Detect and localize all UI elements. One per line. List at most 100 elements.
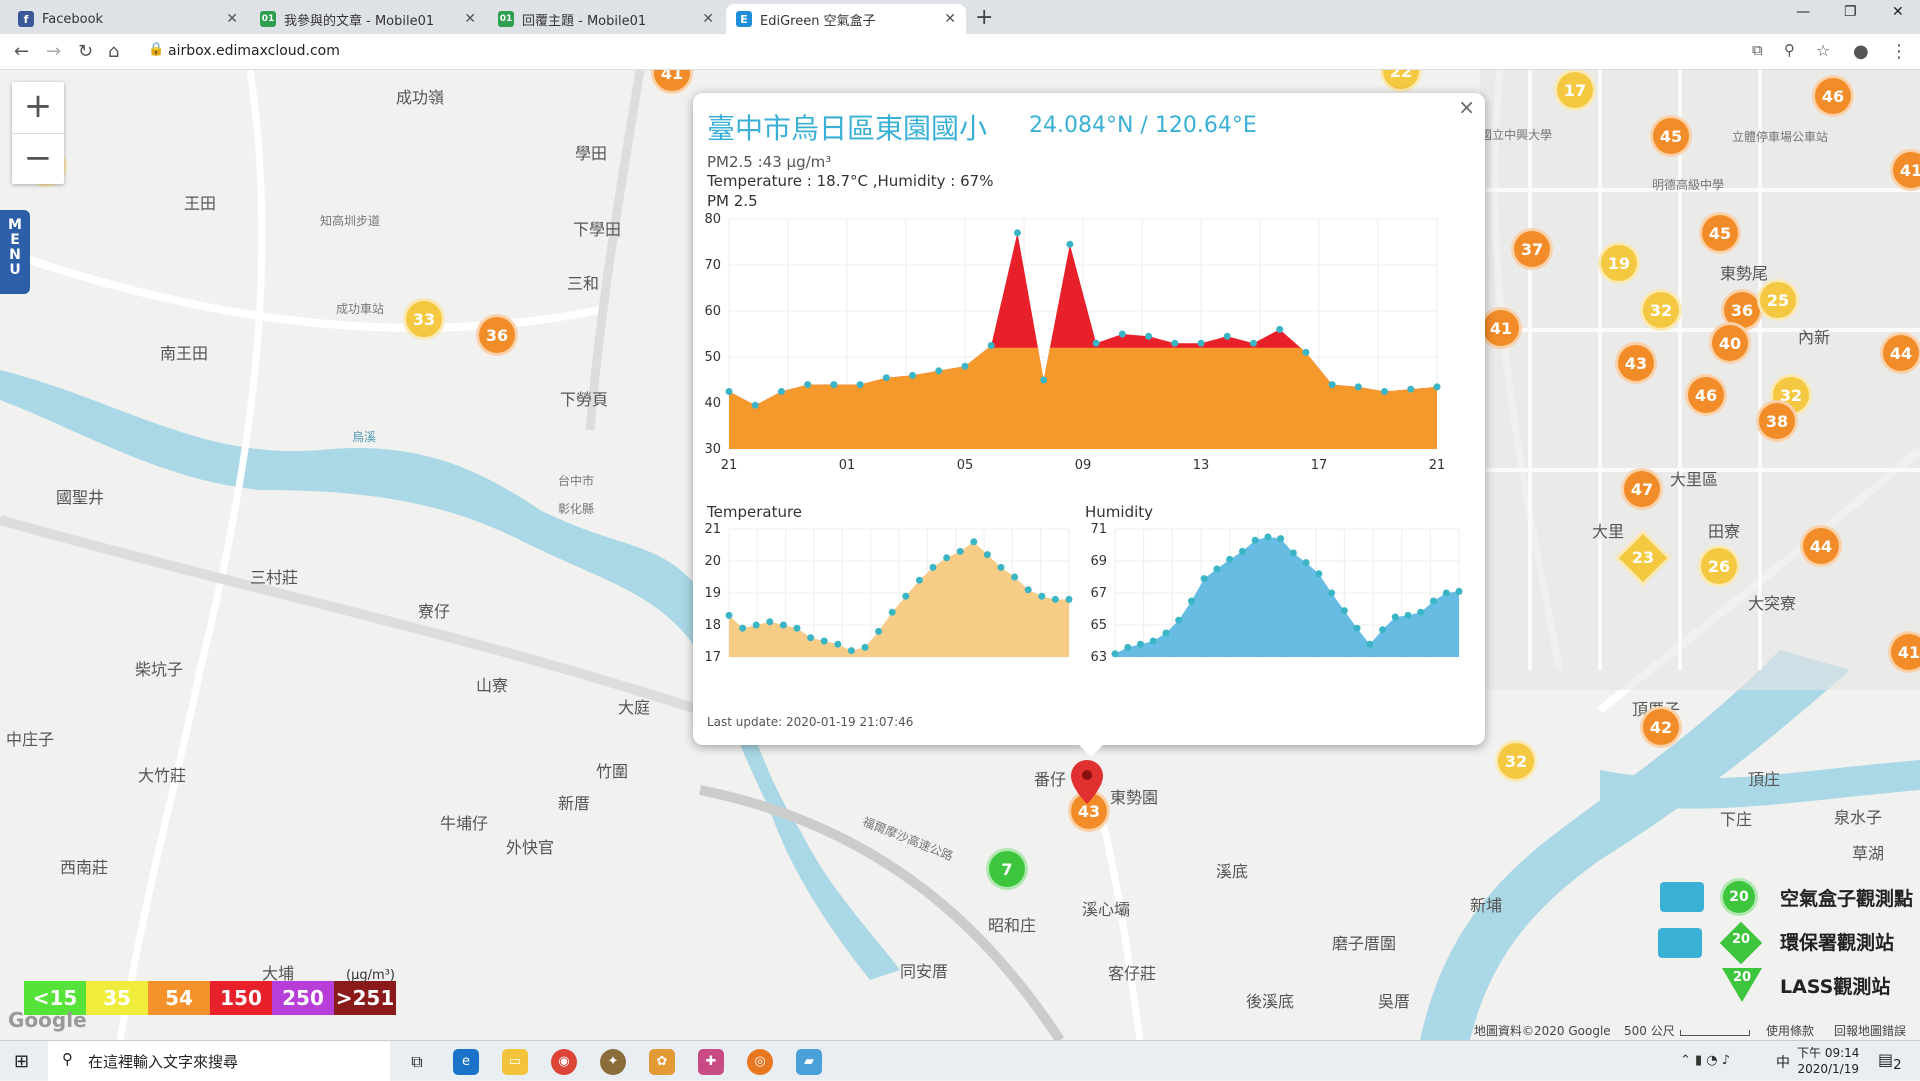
aq-marker[interactable]: 36 bbox=[476, 314, 518, 356]
terms-link[interactable]: 使用條款 bbox=[1766, 1022, 1814, 1039]
place-label: 同安厝 bbox=[900, 962, 949, 981]
place-label: 成功嶺 bbox=[396, 88, 445, 107]
aq-marker[interactable]: 44 bbox=[1800, 525, 1842, 567]
popup-close-button[interactable]: × bbox=[1458, 95, 1475, 119]
address-bar-row: ← → ↻ ⌂ 🔒 airbox.edimaxcloud.com ⧉ ⚲ ☆ ●… bbox=[0, 34, 1920, 70]
aq-marker[interactable]: 26 bbox=[1698, 545, 1740, 587]
system-tray-icons[interactable]: ⌃ ▮ ◔ ♪ bbox=[1680, 1053, 1730, 1068]
zoom-icon[interactable]: ⚲ bbox=[1784, 41, 1795, 59]
ime-indicator[interactable]: 中 bbox=[1776, 1052, 1790, 1072]
notification-icon[interactable]: ▤2 bbox=[1878, 1050, 1902, 1073]
app-icon[interactable]: ✦ bbox=[600, 1049, 626, 1075]
windows-taskbar: ⊞ ⚲ 在這裡輸入文字來搜尋 ⧉ e ▭ ◉ ✦ ✿ ✚ ◎ ▰ ⌃ ▮ ◔ ♪… bbox=[0, 1040, 1920, 1081]
close-window-button[interactable]: ✕ bbox=[1892, 4, 1904, 20]
close-icon[interactable]: ✕ bbox=[702, 11, 714, 27]
tab-mobile01-articles[interactable]: 01 我參與的文章 - Mobile01 ✕ bbox=[250, 4, 486, 34]
scale-bar-label: 500 公尺 bbox=[1624, 1024, 1675, 1038]
home-button[interactable]: ⌂ bbox=[108, 41, 119, 62]
aq-marker[interactable]: 37 bbox=[1511, 228, 1553, 270]
y-tick-label: 50 bbox=[704, 350, 721, 365]
forward-button[interactable]: → bbox=[46, 41, 61, 62]
zoom-in-button[interactable]: + bbox=[12, 82, 64, 133]
aq-marker[interactable]: 46 bbox=[1685, 374, 1727, 416]
back-button[interactable]: ← bbox=[14, 41, 29, 62]
taskbar-search-box[interactable]: ⚲ 在這裡輸入文字來搜尋 bbox=[48, 1041, 390, 1081]
place-label: 番仔 bbox=[1034, 770, 1067, 789]
minimize-button[interactable]: — bbox=[1796, 4, 1810, 20]
more-menu-icon[interactable]: ⋮ bbox=[1890, 41, 1908, 62]
taskbar-clock[interactable]: 下午 09:14 2020/1/19 bbox=[1797, 1045, 1859, 1077]
aq-marker[interactable]: 19 bbox=[1598, 242, 1640, 284]
close-icon[interactable]: ✕ bbox=[944, 11, 956, 27]
app-icon[interactable]: ▰ bbox=[796, 1049, 822, 1075]
report-map-error-link[interactable]: 回報地圖錯誤 bbox=[1834, 1022, 1906, 1039]
aq-marker[interactable]: 40 bbox=[1709, 322, 1751, 364]
zoom-out-button[interactable]: − bbox=[12, 133, 64, 184]
chrome-icon[interactable]: ◉ bbox=[551, 1049, 577, 1075]
aq-marker[interactable]: 44 bbox=[1880, 332, 1920, 374]
windows-start-icon[interactable]: ⊞ bbox=[14, 1051, 29, 1072]
place-label: 東勢尾 bbox=[1720, 264, 1769, 283]
url-field[interactable]: 🔒 airbox.edimaxcloud.com bbox=[140, 38, 1750, 66]
aq-marker[interactable]: 43 bbox=[1615, 342, 1657, 384]
task-view-icon[interactable]: ⧉ bbox=[404, 1049, 430, 1075]
data-point bbox=[739, 624, 747, 632]
aq-marker[interactable]: 38 bbox=[1756, 400, 1798, 442]
legend-label: 空氣盒子觀測點 bbox=[1780, 888, 1914, 910]
y-tick-label: 19 bbox=[704, 586, 721, 601]
aq-marker[interactable]: 7 bbox=[986, 848, 1028, 890]
aq-marker[interactable]: 32 bbox=[1640, 289, 1682, 331]
zoom-control: + − bbox=[12, 82, 64, 184]
edge-icon[interactable]: e bbox=[453, 1049, 479, 1075]
place-label: 明德高級中學 bbox=[1652, 178, 1725, 192]
tab-label: EdiGreen 空氣盒子 bbox=[760, 13, 876, 29]
data-point bbox=[1145, 332, 1153, 340]
aq-marker[interactable]: 33 bbox=[403, 298, 445, 340]
temperature-chart-title: Temperature bbox=[707, 503, 803, 521]
app-icon[interactable]: ✚ bbox=[698, 1049, 724, 1075]
tab-facebook[interactable]: f Facebook ✕ bbox=[8, 4, 248, 34]
menu-tab-button[interactable]: MENU bbox=[0, 210, 30, 294]
facebook-icon: f bbox=[18, 11, 34, 27]
place-label: 溪心壩 bbox=[1082, 900, 1131, 919]
aq-marker[interactable]: 47 bbox=[1621, 468, 1663, 510]
tab-edigreen[interactable]: E EdiGreen 空氣盒子 ✕ bbox=[726, 4, 966, 34]
data-point bbox=[777, 388, 785, 395]
y-tick-label: 21 bbox=[704, 522, 721, 537]
aq-marker[interactable]: 45 bbox=[1699, 212, 1741, 254]
profile-icon[interactable]: ● bbox=[1853, 41, 1869, 62]
aq-marker[interactable]: 46 bbox=[1812, 75, 1854, 117]
tab-mobile01-reply[interactable]: 01 回覆主題 - Mobile01 ✕ bbox=[488, 4, 724, 34]
close-icon[interactable]: ✕ bbox=[464, 11, 476, 27]
app-icon[interactable]: ✿ bbox=[649, 1049, 675, 1075]
aq-marker[interactable]: 32 bbox=[1495, 740, 1537, 782]
data-point bbox=[1391, 613, 1399, 621]
bookmark-star-icon[interactable]: ☆ bbox=[1816, 41, 1830, 60]
new-tab-button[interactable]: + bbox=[975, 5, 993, 30]
data-point bbox=[1149, 637, 1157, 645]
data-point bbox=[1302, 348, 1310, 356]
data-point bbox=[725, 388, 733, 395]
translate-icon[interactable]: ⧉ bbox=[1752, 41, 1763, 59]
y-tick-label: 40 bbox=[704, 396, 721, 411]
aq-marker[interactable]: 17 bbox=[1554, 70, 1596, 111]
place-label: 客仔莊 bbox=[1108, 964, 1157, 983]
close-icon[interactable]: ✕ bbox=[226, 11, 238, 27]
aq-marker[interactable]: 42 bbox=[1640, 706, 1682, 748]
humidity-chart: 63 65 67 69 71 bbox=[1090, 522, 1463, 665]
lock-icon: 🔒 bbox=[148, 42, 165, 57]
place-label: 國聖井 bbox=[56, 488, 105, 507]
y-tick-label: 70 bbox=[704, 258, 721, 273]
selected-location-pin[interactable] bbox=[1071, 760, 1103, 808]
reload-button[interactable]: ↻ bbox=[78, 41, 93, 62]
scale-swatch: 150 bbox=[210, 981, 272, 1015]
aq-marker[interactable]: 41 bbox=[1480, 307, 1522, 349]
data-point bbox=[1340, 607, 1348, 615]
restore-button[interactable]: ❐ bbox=[1844, 4, 1857, 20]
blender-icon[interactable]: ◎ bbox=[747, 1049, 773, 1075]
y-tick-label: 30 bbox=[704, 442, 721, 457]
file-explorer-icon[interactable]: ▭ bbox=[502, 1049, 528, 1075]
aq-marker[interactable]: 25 bbox=[1757, 279, 1799, 321]
aq-marker[interactable]: 45 bbox=[1650, 115, 1692, 157]
data-point bbox=[902, 592, 910, 600]
